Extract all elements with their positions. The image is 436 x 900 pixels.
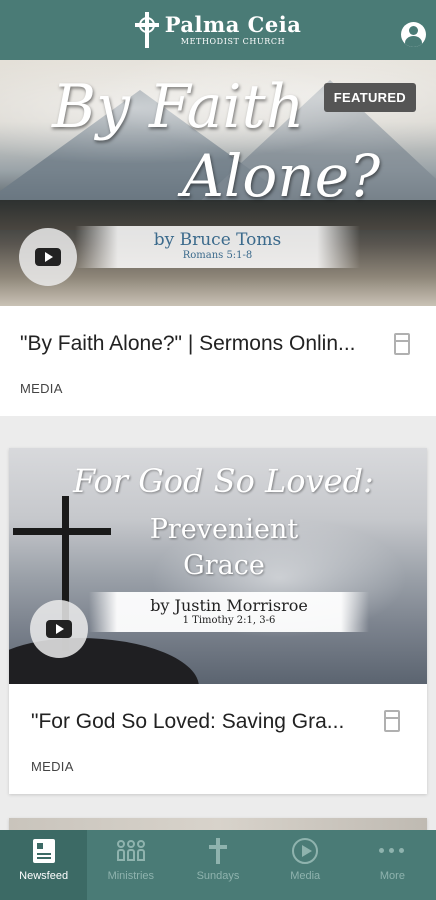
people-icon xyxy=(116,838,145,864)
user-profile-icon[interactable] xyxy=(401,22,426,47)
newsfeed-list[interactable]: By Faith Alone? FEATURED by Bruce Toms R… xyxy=(0,60,436,830)
thumbnail-speaker: by Justin Morrisroe xyxy=(150,596,308,615)
media-thumbnail[interactable]: For God So Loved: Prevenient Grace by Ju… xyxy=(9,448,427,684)
thumbnail-title-line2: Alone? xyxy=(182,142,381,210)
thumbnail-speaker-banner: by Bruce Toms Romans 5:1-8 xyxy=(75,226,360,268)
thumbnail-reference: 1 Timothy 2:1, 3-6 xyxy=(182,615,276,626)
media-card[interactable]: For God So Loved: Prevenient Grace by Ju… xyxy=(9,448,427,794)
nav-label-sundays: Sundays xyxy=(196,870,240,882)
thumbnail-speaker-banner: by Justin Morrisroe 1 Timothy 2:1, 3-6 xyxy=(89,592,369,632)
featured-title[interactable]: "By Faith Alone?" | Sermons Onlin... xyxy=(20,332,356,356)
video-play-button[interactable] xyxy=(30,600,88,658)
bookmark-icon[interactable] xyxy=(394,333,410,355)
media-card-title[interactable]: "For God So Loved: Saving Gra... xyxy=(31,710,344,734)
thumbnail-subtitle-line2: Grace xyxy=(183,550,265,581)
more-dots-icon xyxy=(378,838,406,864)
media-card-category: MEDIA xyxy=(31,759,74,774)
nav-label-newsfeed: Newsfeed xyxy=(19,870,69,882)
church-subtitle: METHODIST CHURCH xyxy=(180,37,286,46)
nav-label-ministries: Ministries xyxy=(107,870,155,882)
thumbnail-title: For God So Loved: xyxy=(73,462,374,500)
thumbnail-title-line1: By Faith xyxy=(52,72,305,142)
nav-sundays[interactable]: Sundays xyxy=(174,830,261,900)
media-card-peek[interactable] xyxy=(9,818,427,830)
featured-category: MEDIA xyxy=(20,381,63,396)
nav-label-more: More xyxy=(379,870,405,882)
featured-thumbnail[interactable]: By Faith Alone? FEATURED by Bruce Toms R… xyxy=(0,60,436,306)
nav-media[interactable]: Media xyxy=(262,830,349,900)
newsfeed-icon xyxy=(30,838,58,864)
thumbnail-reference: Romans 5:1-8 xyxy=(182,250,253,261)
church-logo[interactable]: Palma Ceia METHODIST CHURCH xyxy=(134,12,302,48)
nav-newsfeed[interactable]: Newsfeed xyxy=(0,830,88,900)
video-play-button[interactable] xyxy=(19,228,77,286)
thumbnail-subtitle-line1: Prevenient xyxy=(149,514,299,545)
thumbnail-speaker: by Bruce Toms xyxy=(153,230,282,250)
youtube-play-icon xyxy=(35,248,61,266)
bottom-nav: Newsfeed Ministries Sundays Media More xyxy=(0,830,436,900)
play-circle-icon xyxy=(291,838,319,864)
nav-label-media: Media xyxy=(290,870,321,882)
featured-badge: FEATURED xyxy=(323,83,416,112)
app-header: Palma Ceia METHODIST CHURCH xyxy=(0,0,436,60)
youtube-play-icon xyxy=(46,620,72,638)
nav-more[interactable]: More xyxy=(349,830,436,900)
cross-icon xyxy=(134,12,159,48)
cross-icon xyxy=(204,838,232,864)
nav-ministries[interactable]: Ministries xyxy=(87,830,174,900)
featured-card[interactable]: By Faith Alone? FEATURED by Bruce Toms R… xyxy=(0,60,436,416)
bookmark-icon[interactable] xyxy=(384,710,400,732)
church-name: Palma Ceia xyxy=(164,12,302,37)
